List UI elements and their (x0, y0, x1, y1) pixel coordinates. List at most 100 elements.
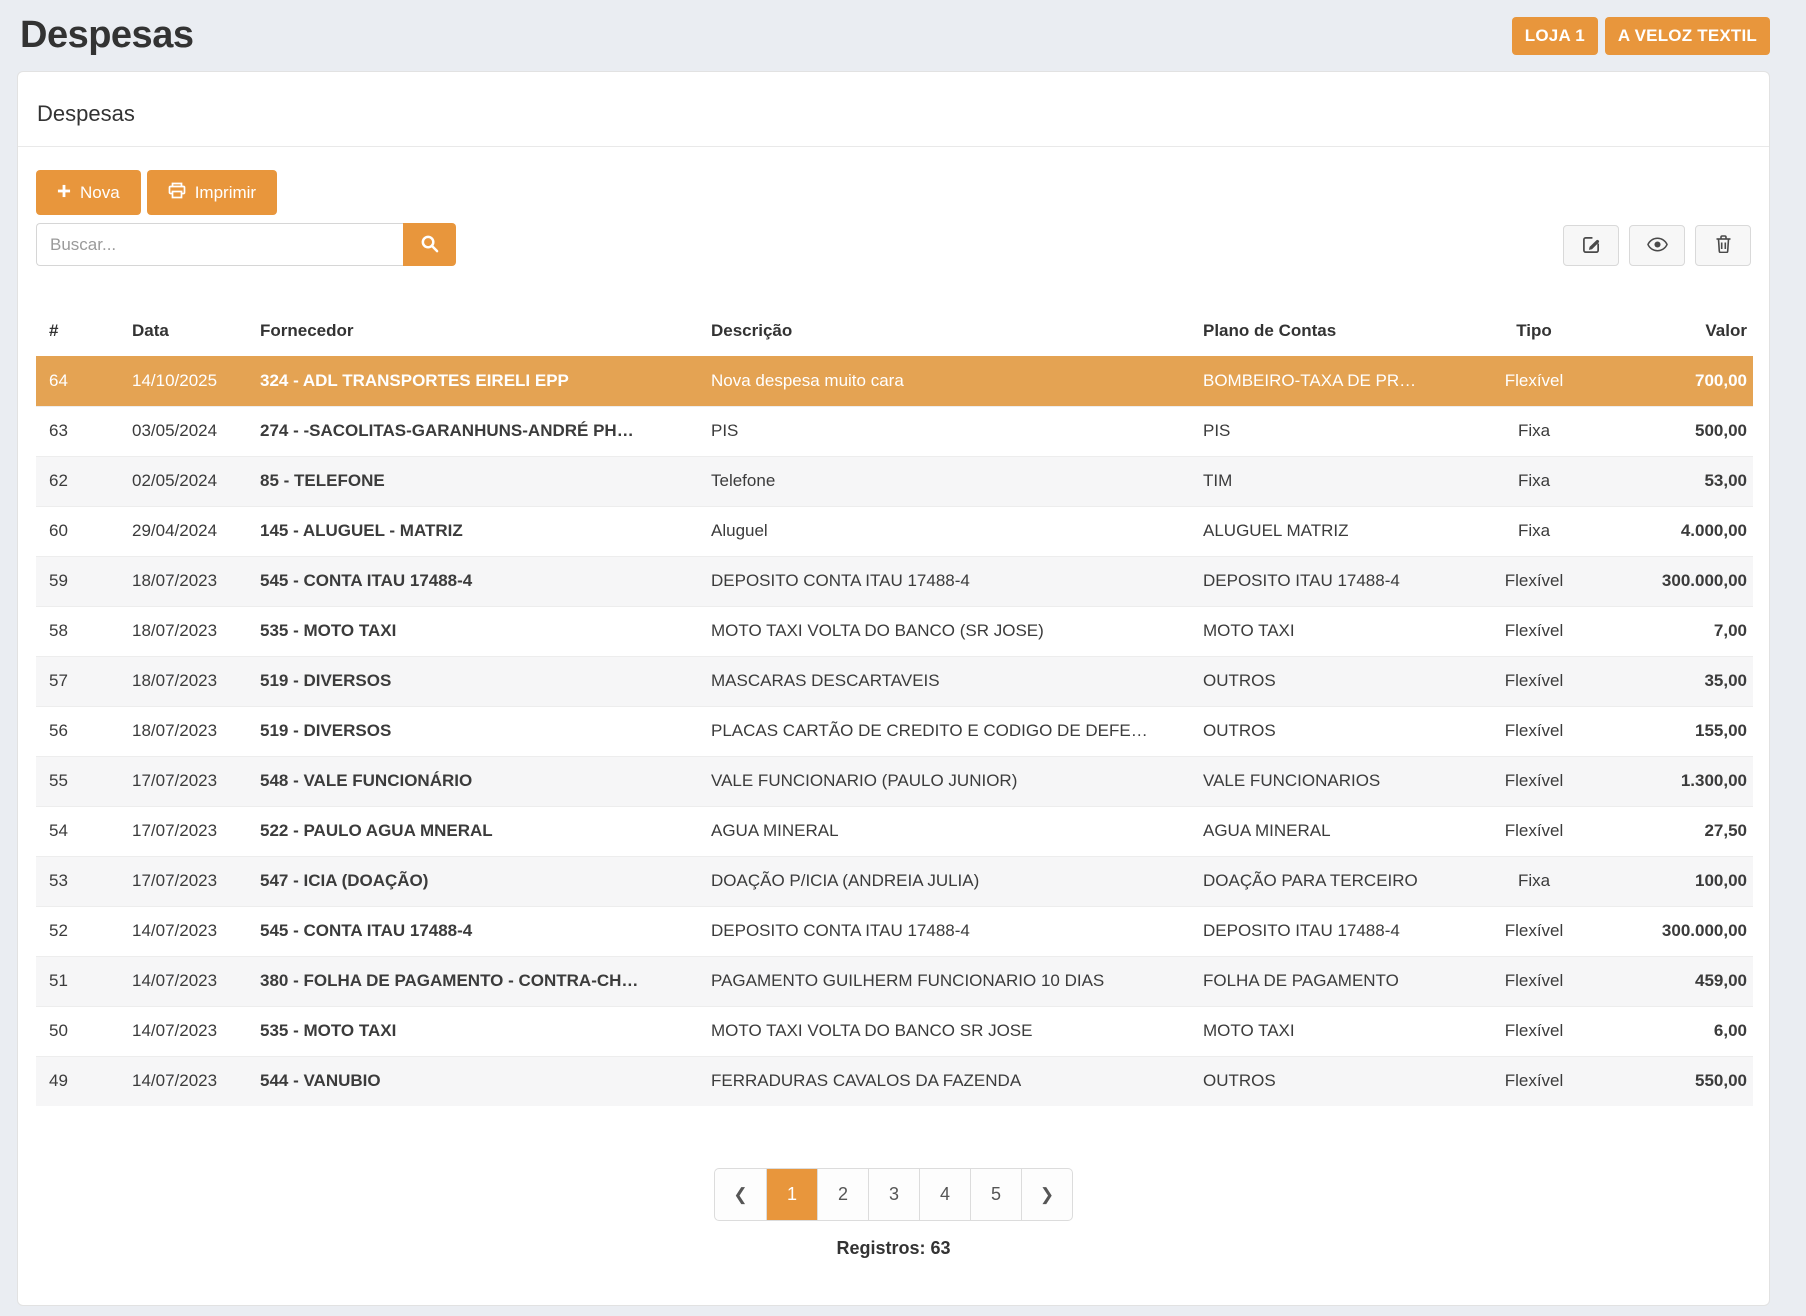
table-row[interactable]: 5618/07/2023519 - DIVERSOSPLACAS CARTÃO … (36, 706, 1753, 756)
search-icon (420, 234, 439, 256)
cell-plano: AGUA MINERAL (1195, 806, 1475, 856)
cell-data: 02/05/2024 (124, 456, 252, 506)
cell-valor: 4.000,00 (1593, 506, 1753, 556)
table-row[interactable]: 5818/07/2023535 - MOTO TAXIMOTO TAXI VOL… (36, 606, 1753, 656)
table-row[interactable]: 5317/07/2023547 - ICIA (DOAÇÃO)DOAÇÃO P/… (36, 856, 1753, 906)
cell-data: 17/07/2023 (124, 806, 252, 856)
cell-valor: 155,00 (1593, 706, 1753, 756)
table-header-row: # Data Fornecedor Descrição Plano de Con… (36, 306, 1753, 356)
cell-fornecedor: 548 - VALE FUNCIONÁRIO (252, 756, 703, 806)
cell-plano: FOLHA DE PAGAMENTO (1195, 956, 1475, 1006)
cell-valor: 53,00 (1593, 456, 1753, 506)
imprimir-button[interactable]: Imprimir (147, 170, 277, 215)
cell-descricao: VALE FUNCIONARIO (PAULO JUNIOR) (703, 756, 1195, 806)
table-row[interactable]: 5014/07/2023535 - MOTO TAXIMOTO TAXI VOL… (36, 1006, 1753, 1056)
page-button-3[interactable]: 3 (868, 1169, 919, 1220)
cell-descricao: PIS (703, 406, 1195, 456)
pagination: ❮ 1 2 3 4 5 ❯ (714, 1168, 1073, 1221)
cell-valor: 459,00 (1593, 956, 1753, 1006)
cell-data: 14/07/2023 (124, 956, 252, 1006)
cell-valor: 6,00 (1593, 1006, 1753, 1056)
page-button-4[interactable]: 4 (919, 1169, 970, 1220)
table-row[interactable]: 5918/07/2023545 - CONTA ITAU 17488-4DEPO… (36, 556, 1753, 606)
cell-id: 64 (36, 356, 124, 406)
search-button[interactable] (403, 223, 456, 266)
cell-data: 14/07/2023 (124, 906, 252, 956)
table-row[interactable]: 5214/07/2023545 - CONTA ITAU 17488-4DEPO… (36, 906, 1753, 956)
cell-plano: VALE FUNCIONARIOS (1195, 756, 1475, 806)
cell-data: 18/07/2023 (124, 606, 252, 656)
printer-icon (168, 182, 186, 204)
table-row[interactable]: 6303/05/2024274 - -SACOLITAS-GARANHUNS-A… (36, 406, 1753, 456)
cell-descricao: DOAÇÃO P/ICIA (ANDREIA JULIA) (703, 856, 1195, 906)
cell-fornecedor: 519 - DIVERSOS (252, 706, 703, 756)
row-actions (1563, 225, 1751, 266)
cell-tipo: Fixa (1475, 506, 1593, 556)
col-header-data[interactable]: Data (124, 306, 252, 356)
store-badge[interactable]: LOJA 1 (1512, 17, 1598, 55)
cell-tipo: Flexível (1475, 906, 1593, 956)
imprimir-button-label: Imprimir (195, 183, 256, 203)
col-header-id[interactable]: # (36, 306, 124, 356)
cell-data: 18/07/2023 (124, 706, 252, 756)
page-button-5[interactable]: 5 (970, 1169, 1021, 1220)
col-header-tipo[interactable]: Tipo (1475, 306, 1593, 356)
plus-icon (57, 183, 71, 203)
cell-id: 55 (36, 756, 124, 806)
controls-row (36, 223, 1751, 266)
cell-id: 52 (36, 906, 124, 956)
cell-plano: MOTO TAXI (1195, 606, 1475, 656)
page-title: Despesas (20, 14, 193, 57)
cell-data: 03/05/2024 (124, 406, 252, 456)
page-button-2[interactable]: 2 (817, 1169, 868, 1220)
cell-descricao: MASCARAS DESCARTAVEIS (703, 656, 1195, 706)
cell-id: 53 (36, 856, 124, 906)
table-row[interactable]: 6414/10/2025324 - ADL TRANSPORTES EIRELI… (36, 356, 1753, 406)
cell-plano: OUTROS (1195, 1056, 1475, 1106)
next-page-button[interactable]: ❯ (1021, 1169, 1072, 1220)
panel-body: Nova Imprimir (18, 170, 1769, 1259)
cell-data: 14/07/2023 (124, 1006, 252, 1056)
cell-tipo: Flexível (1475, 756, 1593, 806)
table-row[interactable]: 6029/04/2024145 - ALUGUEL - MATRIZAlugue… (36, 506, 1753, 556)
cell-fornecedor: 145 - ALUGUEL - MATRIZ (252, 506, 703, 556)
view-button[interactable] (1629, 225, 1685, 266)
cell-plano: BOMBEIRO-TAXA DE PR… (1195, 356, 1475, 406)
eye-icon (1647, 237, 1668, 255)
table-row[interactable]: 5114/07/2023380 - FOLHA DE PAGAMENTO - C… (36, 956, 1753, 1006)
page-button-1[interactable]: 1 (766, 1169, 817, 1220)
table-row[interactable]: 5718/07/2023519 - DIVERSOSMASCARAS DESCA… (36, 656, 1753, 706)
cell-data: 18/07/2023 (124, 556, 252, 606)
delete-button[interactable] (1695, 225, 1751, 266)
cell-descricao: MOTO TAXI VOLTA DO BANCO SR JOSE (703, 1006, 1195, 1056)
edit-button[interactable] (1563, 225, 1619, 266)
prev-page-button[interactable]: ❮ (715, 1169, 766, 1220)
company-badge[interactable]: A VELOZ TEXTIL (1605, 17, 1770, 55)
cell-valor: 27,50 (1593, 806, 1753, 856)
cell-id: 60 (36, 506, 124, 556)
cell-data: 14/10/2025 (124, 356, 252, 406)
cell-tipo: Flexível (1475, 956, 1593, 1006)
cell-id: 59 (36, 556, 124, 606)
expenses-table: # Data Fornecedor Descrição Plano de Con… (36, 306, 1753, 1106)
nova-button-label: Nova (80, 183, 120, 203)
table-row[interactable]: 5417/07/2023522 - PAULO AGUA MNERALAGUA … (36, 806, 1753, 856)
col-header-fornecedor[interactable]: Fornecedor (252, 306, 703, 356)
col-header-valor[interactable]: Valor (1593, 306, 1753, 356)
cell-descricao: Aluguel (703, 506, 1195, 556)
cell-tipo: Flexível (1475, 606, 1593, 656)
cell-valor: 100,00 (1593, 856, 1753, 906)
records-count: Registros: 63 (36, 1238, 1751, 1259)
cell-descricao: PAGAMENTO GUILHERM FUNCIONARIO 10 DIAS (703, 956, 1195, 1006)
cell-plano: DEPOSITO ITAU 17488-4 (1195, 906, 1475, 956)
cell-data: 17/07/2023 (124, 856, 252, 906)
table-row[interactable]: 6202/05/202485 - TELEFONETelefoneTIMFixa… (36, 456, 1753, 506)
table-row[interactable]: 4914/07/2023544 - VANUBIOFERRADURAS CAVA… (36, 1056, 1753, 1106)
cell-plano: OUTROS (1195, 656, 1475, 706)
search-input[interactable] (36, 223, 403, 266)
cell-fornecedor: 544 - VANUBIO (252, 1056, 703, 1106)
col-header-descricao[interactable]: Descrição (703, 306, 1195, 356)
col-header-plano[interactable]: Plano de Contas (1195, 306, 1475, 356)
nova-button[interactable]: Nova (36, 170, 141, 215)
table-row[interactable]: 5517/07/2023548 - VALE FUNCIONÁRIOVALE F… (36, 756, 1753, 806)
